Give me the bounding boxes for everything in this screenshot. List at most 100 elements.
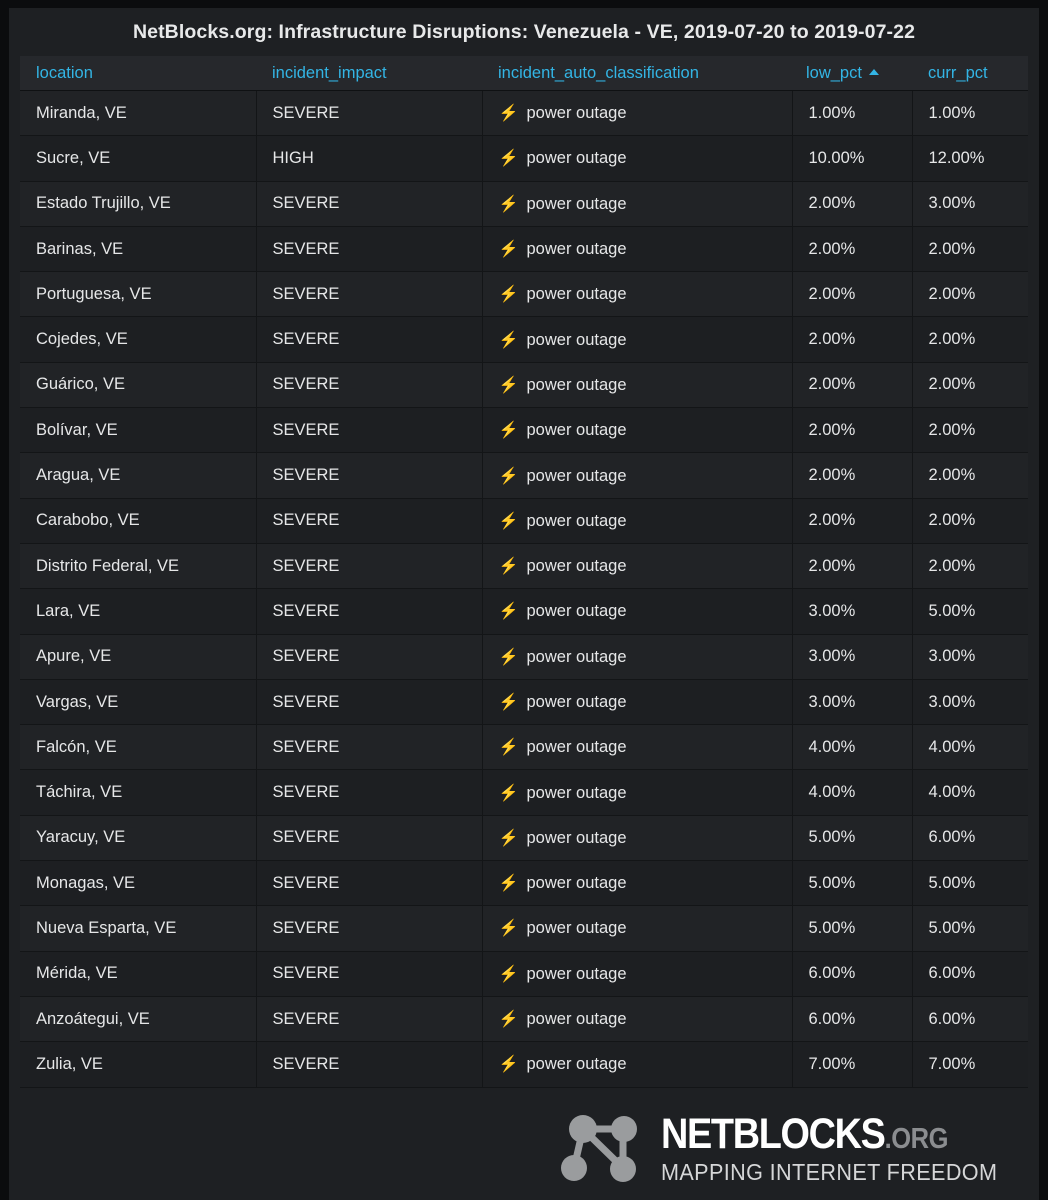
lightning-bolt-icon: ⚡	[498, 105, 519, 123]
table-row[interactable]: Carabobo, VE SEVERE ⚡ power outage 2.00% 2.00…	[20, 498, 1028, 544]
cell-incident-impact: SEVERE	[256, 634, 483, 680]
cell-text: power outage	[526, 285, 627, 304]
cell-text: power outage	[526, 828, 627, 847]
cell-low-pct: 4.00%	[792, 724, 913, 771]
table-row[interactable]: Cojedes, VE SEVERE ⚡ power outage 2.00% 2.00%	[20, 316, 1028, 363]
column-header-incident-auto-classification[interactable]: incident_auto_classification	[482, 56, 792, 91]
table-row[interactable]: Distrito Federal, VE SEVERE ⚡ power outage 2…	[20, 543, 1028, 590]
table-row[interactable]: Mérida, VE SEVERE ⚡ power outage 6.00% 6.00%	[20, 951, 1028, 997]
cell-incident-impact: SEVERE	[256, 316, 483, 363]
table-row[interactable]: Bolívar, VE SEVERE ⚡ power outage 2.00% 2.00%	[20, 407, 1028, 454]
cell-low-pct: 2.00%	[792, 498, 913, 544]
network-nodes-icon	[561, 1115, 638, 1182]
table-row[interactable]: Anzoátegui, VE SEVERE ⚡ power outage 6.00% 6.…	[20, 996, 1028, 1043]
cell-location: Vargas, VE	[20, 679, 257, 726]
cell-location: Nueva Esparta, VE	[20, 905, 257, 952]
cell-incident-auto-classification: ⚡ power outage	[482, 181, 793, 227]
table-row[interactable]: Sucre, VE HIGH ⚡ power outage 10.00% 12.00%	[20, 135, 1028, 182]
table-row[interactable]: Guárico, VE SEVERE ⚡ power outage 2.00% 2.00%	[20, 362, 1028, 409]
table-row[interactable]: Apure, VE SEVERE ⚡ power outage 3.00% 3.00%	[20, 634, 1028, 680]
column-header-location[interactable]: location	[20, 56, 256, 91]
cell-incident-auto-classification: ⚡ power outage	[482, 135, 793, 182]
column-header-incident-impact[interactable]: incident_impact	[256, 56, 482, 91]
column-header-curr-pct[interactable]: curr_pct	[912, 56, 1028, 91]
cell-low-pct: 2.00%	[792, 181, 913, 227]
lightning-bolt-icon: ⚡	[498, 875, 519, 893]
lightning-bolt-icon: ⚡	[498, 648, 519, 666]
cell-incident-auto-classification: ⚡ power outage	[482, 996, 793, 1043]
table-row[interactable]: Estado Trujillo, VE SEVERE ⚡ power outage 2.…	[20, 181, 1028, 227]
cell-text: power outage	[526, 783, 627, 802]
cell-location: Apure, VE	[20, 634, 257, 680]
table-row[interactable]: Vargas, VE SEVERE ⚡ power outage 3.00% 3.00%	[20, 679, 1028, 726]
cell-location: Yaracuy, VE	[20, 815, 257, 862]
table-row[interactable]: Portuguesa, VE SEVERE ⚡ power outage 2.00% 2.…	[20, 271, 1028, 318]
cell-incident-auto-classification: ⚡ power outage	[482, 407, 793, 454]
logo-tagline: MAPPING INTERNET FREEDOM	[661, 1159, 998, 1186]
cell-low-pct: 2.00%	[792, 407, 913, 454]
cell-curr-pct: 6.00%	[912, 996, 1028, 1043]
cell-low-pct: 4.00%	[792, 769, 913, 816]
cell-incident-auto-classification: ⚡ power outage	[482, 724, 793, 771]
column-header-label: incident_auto_classification	[498, 63, 699, 82]
cell-incident-impact: SEVERE	[256, 90, 483, 137]
cell-location: Mérida, VE	[20, 951, 257, 997]
table-header: location incident_impact incident_auto_c…	[20, 56, 1028, 91]
table-row[interactable]: Monagas, VE SEVERE ⚡ power outage 5.00% 5.00%	[20, 860, 1028, 907]
table-row[interactable]: Falcón, VE SEVERE ⚡ power outage 4.00% 4.00%	[20, 724, 1028, 771]
cell-curr-pct: 5.00%	[912, 905, 1028, 952]
cell-curr-pct: 5.00%	[912, 860, 1028, 907]
cell-curr-pct: 2.00%	[912, 226, 1028, 273]
cell-low-pct: 6.00%	[792, 996, 913, 1043]
lightning-bolt-icon: ⚡	[498, 331, 519, 349]
cell-incident-auto-classification: ⚡ power outage	[482, 316, 793, 363]
cell-incident-impact: SEVERE	[256, 407, 483, 454]
dashboard-panel: NetBlocks.org: Infrastructure Disruption…	[9, 8, 1039, 1200]
lightning-bolt-icon: ⚡	[498, 694, 519, 711]
cell-low-pct: 2.00%	[792, 226, 913, 273]
cell-low-pct: 1.00%	[792, 90, 913, 137]
cell-incident-auto-classification: ⚡ power outage	[482, 860, 793, 907]
cell-incident-impact: SEVERE	[256, 452, 483, 499]
table-row[interactable]: Aragua, VE SEVERE ⚡ power outage 2.00% 2.00%	[20, 452, 1028, 499]
table-row[interactable]: Lara, VE SEVERE ⚡ power outage 3.00% 5.00%	[20, 588, 1028, 635]
page-title: NetBlocks.org: Infrastructure Disruption…	[9, 8, 1039, 56]
cell-low-pct: 5.00%	[792, 905, 913, 952]
cell-curr-pct: 2.00%	[912, 452, 1028, 499]
table-row[interactable]: Barinas, VE SEVERE ⚡ power outage 2.00% 2.00%	[20, 226, 1028, 273]
incidents-table: location incident_impact incident_auto_c…	[20, 56, 1028, 1088]
table-row[interactable]: Táchira, VE SEVERE ⚡ power outage 4.00% 4.00%	[20, 769, 1028, 816]
table-row[interactable]: Nueva Esparta, VE SEVERE ⚡ power outage 5.00…	[20, 905, 1028, 952]
cell-incident-auto-classification: ⚡ power outage	[482, 543, 793, 590]
cell-text: power outage	[526, 330, 627, 349]
column-header-label: curr_pct	[928, 63, 988, 82]
cell-curr-pct: 2.00%	[912, 362, 1028, 409]
cell-incident-auto-classification: ⚡ power outage	[482, 679, 793, 726]
cell-location: Aragua, VE	[20, 452, 257, 499]
cell-text: power outage	[526, 647, 627, 666]
cell-curr-pct: 7.00%	[912, 1041, 1028, 1088]
cell-low-pct: 6.00%	[792, 951, 913, 997]
cell-curr-pct: 3.00%	[912, 679, 1028, 726]
cell-incident-auto-classification: ⚡ power outage	[482, 951, 793, 997]
cell-text: power outage	[526, 693, 627, 711]
cell-location: Anzoátegui, VE	[20, 996, 257, 1043]
column-header-label: location	[36, 63, 93, 82]
table-row[interactable]: Miranda, VE SEVERE ⚡ power outage 1.00% 1.00%	[20, 90, 1028, 137]
table-row[interactable]: Yaracuy, VE SEVERE ⚡ power outage 5.00% 6.00%	[20, 815, 1028, 862]
table-header-row: location incident_impact incident_auto_c…	[20, 56, 1028, 91]
logo-brand: NETBLOCKS	[661, 1110, 886, 1159]
cell-low-pct: 3.00%	[792, 634, 913, 680]
column-header-label: low_pct	[806, 63, 862, 82]
lightning-bolt-icon: ⚡	[498, 241, 519, 259]
cell-low-pct: 2.00%	[792, 543, 913, 590]
column-header-low-pct[interactable]: low_pct	[792, 56, 912, 91]
cell-incident-impact: SEVERE	[256, 815, 483, 862]
cell-curr-pct: 2.00%	[912, 543, 1028, 590]
cell-text: power outage	[526, 104, 627, 123]
cell-incident-auto-classification: ⚡ power outage	[482, 226, 793, 273]
cell-location: Estado Trujillo, VE	[20, 181, 257, 227]
cell-curr-pct: 2.00%	[912, 316, 1028, 363]
cell-location: Bolívar, VE	[20, 407, 257, 454]
table-row[interactable]: Zulia, VE SEVERE ⚡ power outage 7.00% 7.00%	[20, 1041, 1028, 1088]
